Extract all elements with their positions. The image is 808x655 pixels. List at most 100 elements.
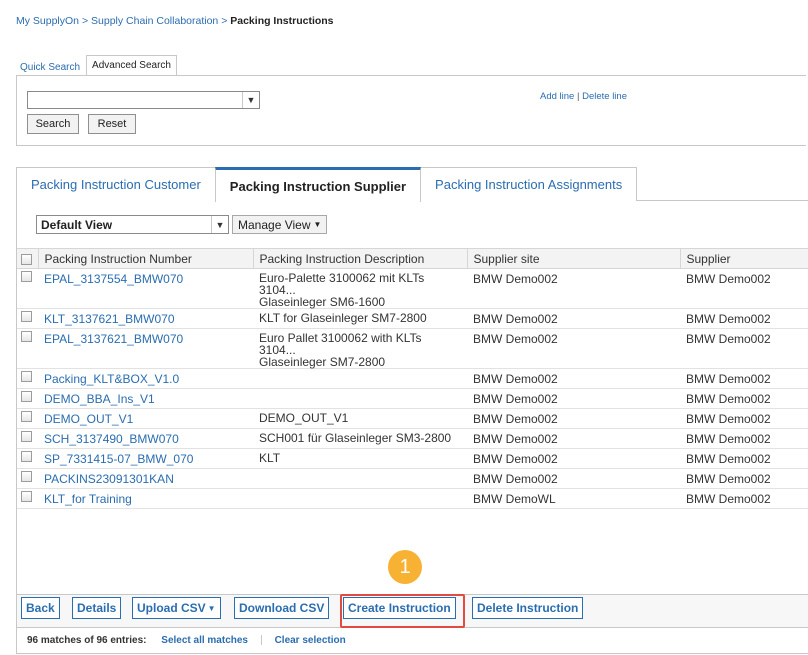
create-instruction-highlight [340,594,465,628]
supplier-site: BMW Demo002 [467,448,680,469]
column-header-supplier[interactable]: Supplier [680,248,808,269]
row-checkbox[interactable] [21,451,32,463]
supplier-site: BMW Demo002 [467,268,680,309]
row-checkbox[interactable] [21,491,32,503]
row-checkbox[interactable] [21,471,32,483]
table-row[interactable]: DEMO_OUT_V1 DEMO_OUT_V1 BMW Demo002 BMW … [17,408,808,429]
breadcrumb: My SupplyOn > Supply Chain Collaboration… [16,15,334,27]
table-row[interactable]: KLT_3137621_BMW070 KLT for Glaseinleger … [17,308,808,329]
details-button[interactable]: Details [72,597,122,619]
instruction-number-link[interactable]: SCH_3137490_BMW070 [38,428,253,449]
table-row[interactable]: Packing_KLT&BOX_V1.0 BMW Demo002 BMW Dem… [17,368,808,389]
instruction-number-link[interactable]: KLT_3137621_BMW070 [38,308,253,329]
description-line: Euro Pallet 3100062 with KLTs 3104... [259,331,422,357]
table-row[interactable]: SP_7331415-07_BMW_070 KLT BMW Demo002 BM… [17,448,808,469]
select-all-cell [17,248,39,269]
tab-advanced-search[interactable]: Advanced Search [86,55,177,76]
description-line: Glaseinleger SM6-1600 [259,295,386,309]
instruction-description: SCH001 für Glaseinleger SM3-2800 [253,428,467,449]
breadcrumb-supply-chain-collaboration[interactable]: Supply Chain Collaboration [91,15,218,27]
instruction-number-link[interactable]: EPAL_3137621_BMW070 [38,328,253,369]
back-button[interactable]: Back [21,597,60,619]
supplier: BMW Demo002 [680,308,808,329]
table-row[interactable]: DEMO_BBA_Ins_V1 BMW Demo002 BMW Demo002 [17,388,808,409]
supplier: BMW Demo002 [680,488,808,509]
tab-packing-instruction-supplier[interactable]: Packing Instruction Supplier [214,167,422,202]
view-select-value: Default View [41,218,113,232]
table-row[interactable]: EPAL_3137621_BMW070 Euro Pallet 3100062 … [17,328,808,369]
supplier-site: BMW Demo002 [467,428,680,449]
reset-button[interactable]: Reset [88,114,136,134]
instruction-number-link[interactable]: DEMO_BBA_Ins_V1 [38,388,253,409]
table-header-row: Packing Instruction Number Packing Instr… [17,248,808,269]
instruction-number-link[interactable]: KLT_for Training [38,488,253,509]
search-criteria-select[interactable]: ▼ [27,91,260,109]
table-row[interactable]: EPAL_3137554_BMW070 Euro-Palette 3100062… [17,268,808,309]
delete-line-link[interactable]: Delete line [582,91,627,102]
chevron-down-icon[interactable]: ▼ [211,216,228,233]
supplier: BMW Demo002 [680,428,808,449]
footer-divider [260,635,262,646]
column-header-description[interactable]: Packing Instruction Description [253,248,468,269]
row-checkbox[interactable] [21,271,32,283]
view-select[interactable]: Default View ▼ [36,215,229,234]
column-header-number[interactable]: Packing Instruction Number [38,248,254,269]
row-checkbox[interactable] [21,431,32,443]
breadcrumb-separator: > [221,15,228,27]
delete-instruction-button[interactable]: Delete Instruction [472,597,584,619]
table-row[interactable]: KLT_for Training BMW DemoWL BMW Demo002 [17,488,808,509]
tab-packing-instruction-assignments[interactable]: Packing Instruction Assignments [420,167,638,201]
supplier: BMW Demo002 [680,388,808,409]
breadcrumb-my-supplyon[interactable]: My SupplyOn [16,15,79,27]
manage-view-label: Manage View [238,217,311,232]
results-footer: 96 matches of 96 entries: Select all mat… [27,635,346,646]
instruction-description: Euro Pallet 3100062 with KLTs 3104... Gla… [253,328,467,369]
download-csv-button[interactable]: Download CSV [234,597,330,619]
column-header-supplier-site[interactable]: Supplier site [467,248,681,269]
instruction-description: KLT [253,448,467,469]
manage-view-button[interactable]: Manage View ▼ [232,215,328,234]
chevron-down-icon[interactable]: ▼ [242,92,259,108]
caret-down-icon: ▼ [207,603,216,613]
supplier-site: BMW Demo002 [467,308,680,329]
row-checkbox[interactable] [21,331,32,343]
packing-instructions-table: Packing Instruction Number Packing Instr… [17,248,808,509]
breadcrumb-current: Packing Instructions [230,15,334,27]
table-row[interactable]: SCH_3137490_BMW070 SCH001 für Glaseinleg… [17,428,808,449]
main-tabs: Packing Instruction Customer Packing Ins… [16,167,638,202]
supplier: BMW Demo002 [680,468,808,489]
caret-down-icon: ▼ [313,220,322,229]
tab-quick-search[interactable]: Quick Search [16,59,84,76]
supplier-site: BMW DemoWL [467,488,680,509]
step-marker: 1 [388,550,422,584]
instruction-number-link[interactable]: PACKINS23091301KAN [38,468,253,489]
upload-csv-button[interactable]: Upload CSV ▼ [132,597,221,619]
description-line: Glaseinleger SM7-2800 [259,355,386,369]
table-row[interactable]: PACKINS23091301KAN BMW Demo002 BMW Demo0… [17,468,808,489]
row-checkbox[interactable] [21,371,32,383]
clear-selection-link[interactable]: Clear selection [275,635,346,646]
supplier: BMW Demo002 [680,448,808,469]
upload-csv-label: Upload CSV [137,601,206,615]
search-button[interactable]: Search [27,114,79,134]
tab-packing-instruction-customer[interactable]: Packing Instruction Customer [16,167,216,201]
supplier: BMW Demo002 [680,368,808,389]
match-count: 96 matches of 96 entries: [27,635,147,646]
select-all-matches-link[interactable]: Select all matches [161,635,248,646]
instruction-description [253,368,467,389]
add-line-link[interactable]: Add line [540,91,574,102]
instruction-description [253,388,467,409]
instruction-number-link[interactable]: EPAL_3137554_BMW070 [38,268,253,309]
supplier-site: BMW Demo002 [467,328,680,369]
line-actions: Add line | Delete line [540,91,627,102]
instruction-number-link[interactable]: Packing_KLT&BOX_V1.0 [38,368,253,389]
instruction-number-link[interactable]: DEMO_OUT_V1 [38,408,253,429]
supplier-site: BMW Demo002 [467,408,680,429]
row-checkbox[interactable] [21,391,32,403]
supplier: BMW Demo002 [680,268,808,309]
select-all-checkbox[interactable] [21,253,32,265]
row-checkbox[interactable] [21,411,32,423]
instruction-number-link[interactable]: SP_7331415-07_BMW_070 [38,448,253,469]
breadcrumb-separator: > [81,15,89,27]
row-checkbox[interactable] [21,311,32,323]
